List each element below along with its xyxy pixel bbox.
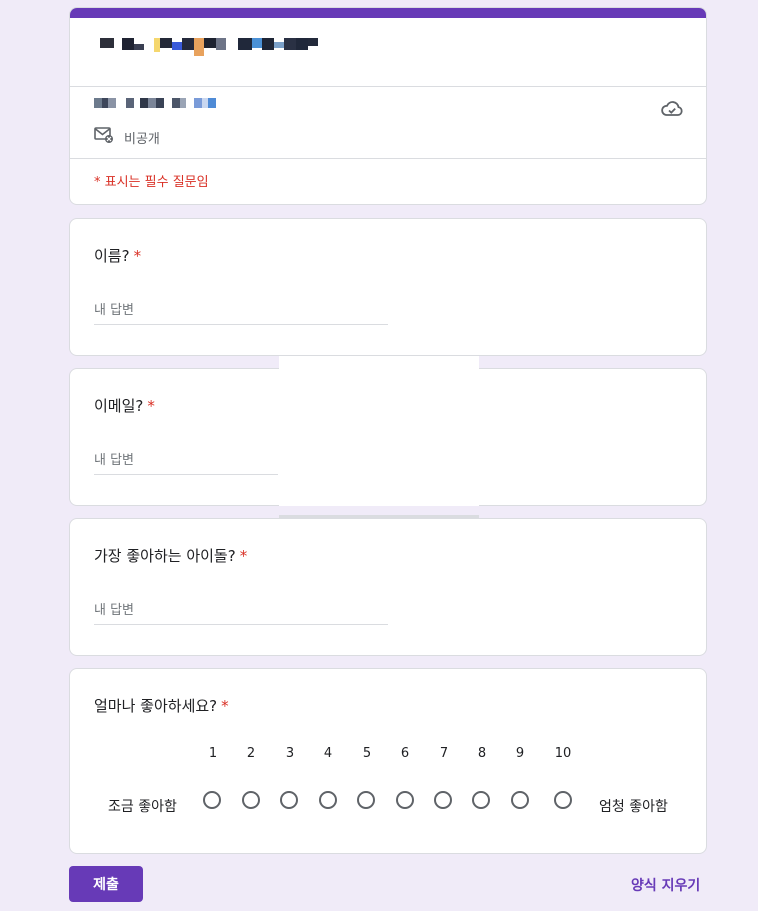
question-card-idol: 가장 좋아하는 아이돌? * 내 답변 xyxy=(69,518,707,656)
overlay-patch xyxy=(279,356,479,506)
scale-radio-1[interactable] xyxy=(203,791,221,809)
submit-button[interactable]: 제출 xyxy=(69,866,143,902)
scale-number: 1 xyxy=(208,746,218,761)
question-card-scale: 얼마나 좋아하세요? * 1 2 3 4 5 6 7 8 9 10 조금 좋아함 … xyxy=(69,668,707,854)
required-star: * xyxy=(221,697,229,715)
required-note: * 표시는 필수 질문임 xyxy=(94,175,209,190)
scale-min-label: 조금 좋아함 xyxy=(108,799,177,815)
question-title: 얼마나 좋아하세요? * xyxy=(94,695,229,716)
question-text: 이름? xyxy=(94,247,130,265)
answer-placeholder: 내 답변 xyxy=(94,303,135,318)
scale-number: 5 xyxy=(362,746,372,761)
scale-number: 8 xyxy=(477,746,487,761)
form-accent-bar xyxy=(70,8,706,18)
question-title: 이름? * xyxy=(94,245,141,266)
scale-number: 4 xyxy=(323,746,333,761)
header-divider-2 xyxy=(70,158,706,159)
short-answer-input[interactable]: 내 답변 xyxy=(94,299,388,325)
scale-radio-7[interactable] xyxy=(434,791,452,809)
scale-number: 6 xyxy=(400,746,410,761)
form-title-redacted xyxy=(100,38,318,56)
question-title: 이메일? * xyxy=(94,395,155,416)
clear-form-button[interactable]: 양식 지우기 xyxy=(631,875,700,895)
scale-number: 3 xyxy=(285,746,295,761)
scale-number: 10 xyxy=(554,746,572,761)
question-card-name: 이름? * 내 답변 xyxy=(69,218,707,356)
private-label: 비공개 xyxy=(124,131,160,147)
scale-radio-6[interactable] xyxy=(396,791,414,809)
scale-radio-10[interactable] xyxy=(554,791,572,809)
scale-max-label: 엄청 좋아함 xyxy=(599,799,668,815)
scale-radio-8[interactable] xyxy=(472,791,490,809)
scale-radio-4[interactable] xyxy=(319,791,337,809)
scale-number: 7 xyxy=(439,746,449,761)
answer-placeholder: 내 답변 xyxy=(94,603,135,618)
form-header-card: 비공개 * 표시는 필수 질문임 xyxy=(69,7,707,205)
cloud-icon[interactable] xyxy=(660,98,684,124)
short-answer-input[interactable]: 내 답변 xyxy=(94,599,388,625)
privacy-status: 비공개 xyxy=(94,126,160,148)
envelope-icon xyxy=(94,126,114,148)
scale-number: 9 xyxy=(515,746,525,761)
scale-radio-9[interactable] xyxy=(511,791,529,809)
scale-number: 2 xyxy=(246,746,256,761)
scale-radio-2[interactable] xyxy=(242,791,260,809)
question-text: 이메일? xyxy=(94,397,144,415)
question-text: 얼마나 좋아하세요? xyxy=(94,697,218,715)
question-title: 가장 좋아하는 아이돌? * xyxy=(94,545,247,566)
short-answer-input[interactable]: 내 답변 xyxy=(94,449,278,475)
header-divider xyxy=(70,86,706,87)
scale-radio-5[interactable] xyxy=(357,791,375,809)
question-text: 가장 좋아하는 아이돌? xyxy=(94,547,236,565)
scale-radio-3[interactable] xyxy=(280,791,298,809)
required-star: * xyxy=(239,547,248,565)
required-star: * xyxy=(147,397,155,415)
account-email-redacted xyxy=(94,98,216,108)
required-star: * xyxy=(133,247,142,265)
answer-placeholder: 내 답변 xyxy=(94,453,135,468)
